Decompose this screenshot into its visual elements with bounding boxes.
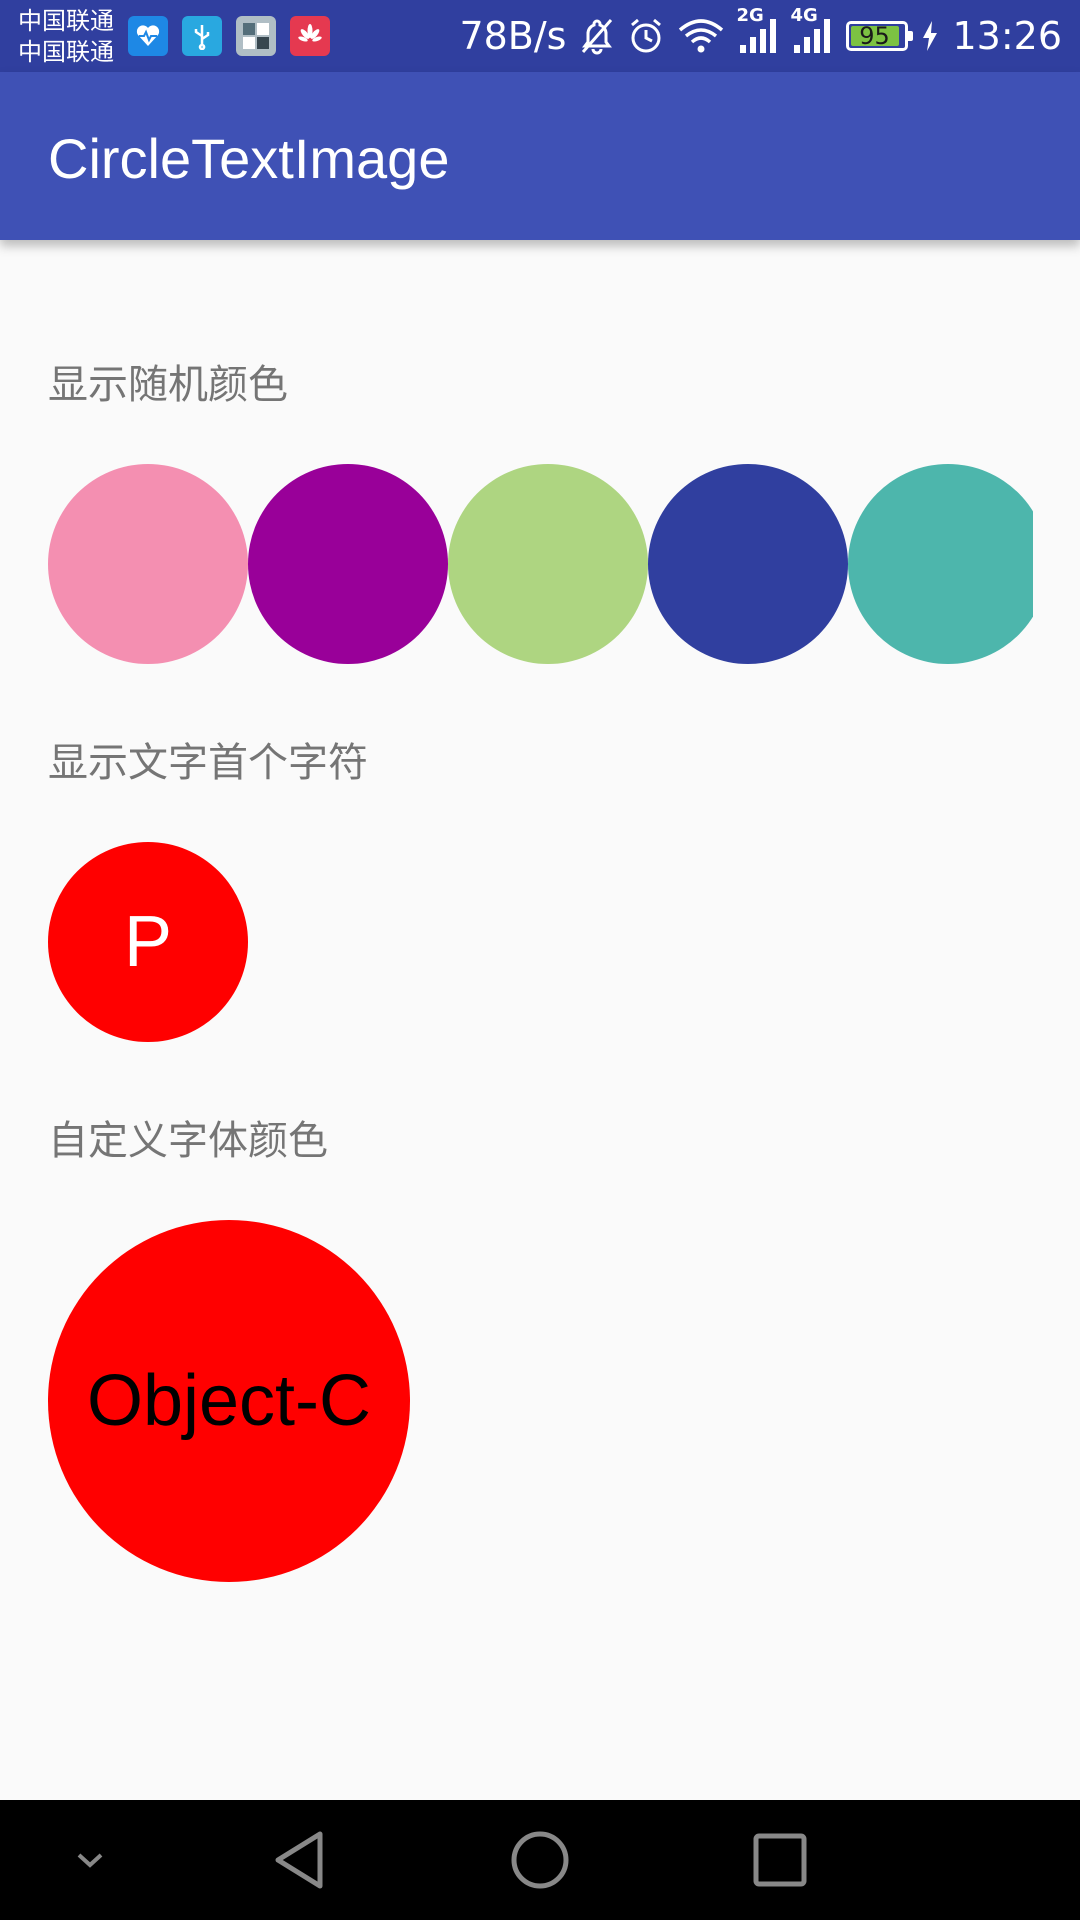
chevron-down-icon bbox=[77, 1853, 103, 1868]
app-title: CircleTextImage bbox=[48, 127, 450, 190]
net-speed: 78B/s bbox=[459, 14, 567, 58]
navigation-bar bbox=[0, 1800, 1080, 1920]
first-char-text: P bbox=[123, 902, 173, 982]
usb-icon bbox=[182, 16, 222, 56]
clock: 13:26 bbox=[952, 14, 1062, 58]
section-label-custom-font-color: 自定义字体颜色 bbox=[48, 1118, 328, 1164]
alarm-icon bbox=[628, 17, 664, 55]
random-color-circles bbox=[48, 464, 1033, 664]
carrier-1: 中国联通 bbox=[18, 7, 114, 35]
battery-icon: 95 bbox=[846, 21, 914, 51]
wifi-icon bbox=[678, 18, 724, 54]
recents-button[interactable] bbox=[730, 1800, 830, 1920]
health-app-icon bbox=[128, 16, 168, 56]
signal-1-type: 2G bbox=[736, 5, 764, 26]
home-icon bbox=[511, 1831, 569, 1889]
circle-image bbox=[48, 464, 248, 664]
collapse-button[interactable] bbox=[40, 1800, 140, 1920]
circle-image bbox=[248, 464, 448, 664]
signal-2-type: 4G bbox=[790, 5, 818, 26]
carrier-info: 中国联通 中国联通 bbox=[18, 6, 114, 68]
recents-icon bbox=[753, 1833, 807, 1887]
huawei-icon bbox=[290, 16, 330, 56]
app-bar: CircleTextImage bbox=[0, 72, 1080, 240]
custom-font-color-text: Object-C bbox=[86, 1361, 372, 1441]
custom-font-color-circle: Object-C bbox=[48, 1220, 410, 1582]
battery-level: 95 bbox=[859, 22, 890, 50]
signal-icon-2: 4G bbox=[790, 5, 832, 55]
carrier-2: 中国联通 bbox=[18, 38, 114, 66]
section-label-random-colors: 显示随机颜色 bbox=[48, 362, 288, 408]
mute-icon bbox=[580, 17, 614, 55]
back-icon bbox=[275, 1831, 323, 1889]
circle-image bbox=[848, 464, 1033, 664]
gallery-icon bbox=[236, 16, 276, 56]
notification-icons bbox=[128, 16, 330, 56]
back-button[interactable] bbox=[250, 1800, 350, 1920]
circle-image bbox=[648, 464, 848, 664]
circle-image bbox=[448, 464, 648, 664]
charging-icon bbox=[922, 21, 938, 51]
section-label-first-char: 显示文字首个字符 bbox=[48, 740, 368, 786]
signal-icon: 2G bbox=[736, 5, 778, 55]
home-button[interactable] bbox=[490, 1800, 590, 1920]
first-char-circle: P bbox=[48, 842, 248, 1042]
status-bar: 中国联通 中国联通 78B/s 2G 4G 95 13:26 bbox=[0, 0, 1080, 72]
system-status: 78B/s 2G 4G 95 13:26 bbox=[459, 0, 1062, 72]
